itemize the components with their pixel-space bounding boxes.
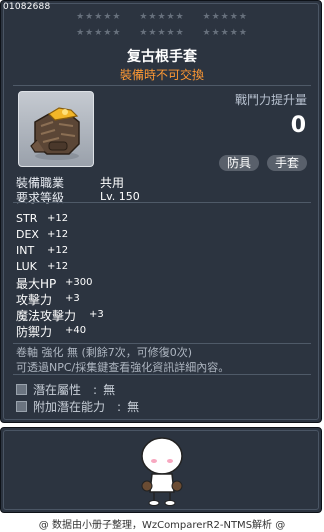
stat-defense: 防禦力 <box>16 325 53 339</box>
item-tooltip: 01082688 ★★★★★ ★★★★★ ★★★★★ ★★★★★ ★★★★★ ★… <box>0 0 322 423</box>
category-tag-glove: 手套 <box>266 155 307 171</box>
separator: : <box>93 383 98 397</box>
star-group: ★★★★★ <box>76 12 122 22</box>
potential-value: 無 <box>103 383 116 397</box>
potential-grade-icon <box>16 384 27 395</box>
stat-dex-value: +12 <box>47 229 69 240</box>
separator: : <box>117 400 122 414</box>
combat-power-label: 戰鬥力提升量 <box>234 93 307 107</box>
stat-luk-value: +12 <box>47 261 69 272</box>
stat-defense-value: +40 <box>65 325 87 336</box>
additional-potential-value: 無 <box>127 400 140 414</box>
additional-potential-row: 附加潛在能力: 無 <box>16 398 139 415</box>
trade-restriction: 裝備時不可交換 <box>119 68 204 82</box>
category-tag-armor: 防具 <box>218 155 259 171</box>
stat-int: INT <box>16 244 35 257</box>
scroll-upgrade-info: 卷軸 強化 無 (剩餘7次，可修復0次) <box>16 346 193 359</box>
stat-str-value: +12 <box>47 213 69 224</box>
stat-max-hp: 最大HP <box>16 277 57 291</box>
divider <box>13 85 311 86</box>
stat-dex: DEX <box>16 228 39 241</box>
additional-potential-label: 附加潛在能力 <box>33 400 106 414</box>
stat-luk: LUK <box>16 260 37 273</box>
glove-icon <box>30 107 80 160</box>
item-icon-frame <box>18 91 94 167</box>
scroll-upgrade-hint: 可透過NPC/採集鍵查看強化資訊詳細內容。 <box>16 361 230 374</box>
stat-int-value: +12 <box>47 245 69 256</box>
divider <box>13 374 311 375</box>
star-group: ★★★★★ <box>76 28 122 38</box>
additional-potential-grade-icon <box>16 401 27 412</box>
star-force-row-2: ★★★★★ ★★★★★ ★★★★★ <box>1 28 323 38</box>
star-group: ★★★★★ <box>202 12 248 22</box>
item-id: 01082688 <box>3 2 51 12</box>
star-group: ★★★★★ <box>202 28 248 38</box>
character-preview-panel <box>0 427 322 513</box>
star-force-row-1: ★★★★★ ★★★★★ ★★★★★ <box>1 12 323 22</box>
stat-attack: 攻擊力 <box>16 293 53 307</box>
stat-magic-attack-value: +3 <box>89 309 104 320</box>
stat-magic-attack: 魔法攻擊力 <box>16 309 77 323</box>
stat-attack-value: +3 <box>65 293 80 304</box>
required-job-value: 共用 <box>100 176 125 190</box>
potential-row: 潛在屬性: 無 <box>16 381 115 398</box>
item-name: 复古根手套 <box>127 49 197 65</box>
character-avatar-icon <box>141 437 183 506</box>
footer-credit: @ 数据由小册子整理，WzComparerR2-NTMS解析 @ <box>38 520 286 531</box>
star-group: ★★★★★ <box>139 28 185 38</box>
potential-label: 潛在屬性 <box>33 383 82 397</box>
combat-power-value: 0 <box>290 113 306 138</box>
divider <box>13 202 311 203</box>
stat-max-hp-value: +300 <box>65 277 93 288</box>
star-group: ★★★★★ <box>139 12 185 22</box>
required-level-label: 要求等級 <box>16 191 65 205</box>
stat-str: STR <box>16 212 38 225</box>
